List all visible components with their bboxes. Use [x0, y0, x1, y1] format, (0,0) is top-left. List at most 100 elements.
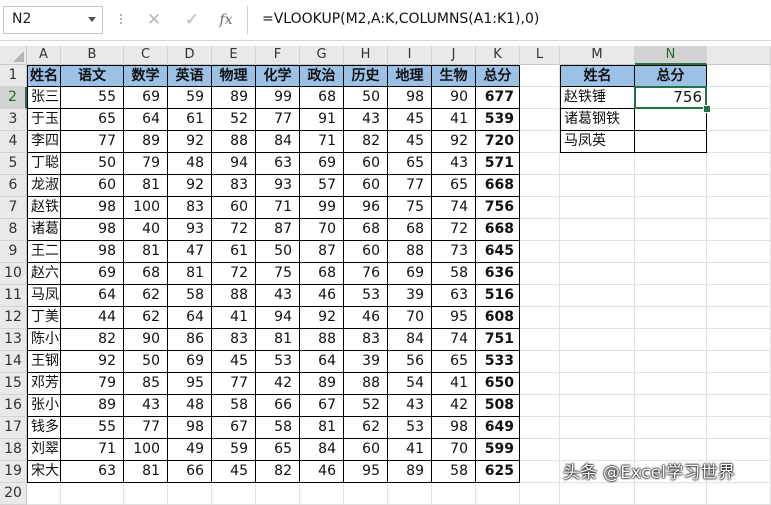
score-cell[interactable]: 60 — [61, 175, 124, 197]
grid-cell[interactable] — [560, 307, 635, 329]
score-cell[interactable]: 58 — [168, 285, 212, 307]
grid-cell[interactable] — [635, 285, 707, 307]
grid-cell[interactable] — [560, 395, 635, 417]
score-cell[interactable]: 95 — [168, 373, 212, 395]
cancel-icon[interactable]: ✕ — [142, 8, 166, 32]
grid-cell[interactable] — [520, 175, 560, 197]
grid-cell[interactable] — [707, 131, 771, 153]
score-cell[interactable]: 77 — [124, 417, 168, 439]
score-cell[interactable]: 63 — [61, 461, 124, 483]
row-header-14[interactable]: 14 — [0, 351, 27, 373]
score-cell[interactable]: 58 — [212, 395, 256, 417]
score-cell[interactable]: 60 — [344, 241, 388, 263]
score-cell[interactable]: 46 — [344, 307, 388, 329]
score-cell[interactable]: 81 — [124, 175, 168, 197]
column-header-j[interactable]: J — [432, 46, 476, 65]
table-header-cell[interactable]: 英语 — [168, 65, 212, 87]
score-cell[interactable]: 69 — [168, 351, 212, 373]
fill-handle[interactable] — [703, 105, 711, 113]
check-icon[interactable]: ✓ — [180, 8, 204, 32]
grid-cell[interactable] — [707, 329, 771, 351]
score-cell[interactable]: 68 — [300, 263, 344, 285]
score-cell[interactable]: 99 — [256, 87, 300, 109]
score-cell[interactable]: 45 — [388, 131, 432, 153]
score-cell[interactable]: 53 — [388, 417, 432, 439]
student-name-cell[interactable]: 赵铁锤 — [27, 197, 61, 219]
grid-cell[interactable] — [344, 483, 388, 505]
column-header-g[interactable]: G — [300, 46, 344, 65]
grid-cell[interactable] — [707, 65, 771, 87]
score-cell[interactable]: 66 — [168, 461, 212, 483]
grid-cell[interactable] — [520, 461, 560, 483]
score-cell[interactable]: 75 — [388, 197, 432, 219]
student-name-cell[interactable]: 张小明 — [27, 395, 61, 417]
row-header-4[interactable]: 4 — [0, 131, 27, 153]
score-cell[interactable]: 70 — [300, 219, 344, 241]
score-cell[interactable]: 52 — [344, 395, 388, 417]
score-cell[interactable]: 48 — [168, 395, 212, 417]
grid-cell[interactable] — [707, 263, 771, 285]
total-score-cell[interactable]: 539 — [476, 109, 520, 131]
grid-cell[interactable] — [707, 417, 771, 439]
score-cell[interactable]: 66 — [256, 395, 300, 417]
score-cell[interactable]: 92 — [168, 175, 212, 197]
total-score-cell[interactable]: 720 — [476, 131, 520, 153]
total-score-cell[interactable]: 645 — [476, 241, 520, 263]
score-cell[interactable]: 69 — [124, 87, 168, 109]
score-cell[interactable]: 84 — [300, 439, 344, 461]
score-cell[interactable]: 53 — [344, 285, 388, 307]
score-cell[interactable]: 68 — [388, 219, 432, 241]
score-cell[interactable]: 98 — [61, 197, 124, 219]
score-cell[interactable]: 62 — [124, 285, 168, 307]
grid-cell[interactable] — [707, 285, 771, 307]
grid-cell[interactable] — [560, 417, 635, 439]
score-cell[interactable]: 50 — [256, 241, 300, 263]
grid-cell[interactable] — [635, 153, 707, 175]
score-cell[interactable]: 63 — [256, 153, 300, 175]
row-header-11[interactable]: 11 — [0, 285, 27, 307]
score-cell[interactable]: 64 — [168, 307, 212, 329]
total-score-cell[interactable]: 599 — [476, 439, 520, 461]
score-cell[interactable]: 55 — [61, 87, 124, 109]
score-cell[interactable]: 55 — [61, 417, 124, 439]
row-header-8[interactable]: 8 — [0, 219, 27, 241]
student-name-cell[interactable]: 丁聪明 — [27, 153, 61, 175]
column-header-k[interactable]: K — [476, 46, 520, 65]
score-cell[interactable]: 90 — [432, 87, 476, 109]
student-name-cell[interactable]: 邓芳芳 — [27, 373, 61, 395]
table-header-cell[interactable]: 地理 — [388, 65, 432, 87]
score-cell[interactable]: 39 — [344, 351, 388, 373]
score-cell[interactable]: 50 — [61, 153, 124, 175]
score-cell[interactable]: 67 — [300, 395, 344, 417]
grid-cell[interactable] — [560, 483, 635, 505]
score-cell[interactable]: 82 — [256, 461, 300, 483]
score-cell[interactable]: 41 — [432, 109, 476, 131]
score-cell[interactable]: 53 — [256, 351, 300, 373]
grid-cell[interactable] — [560, 285, 635, 307]
total-score-cell[interactable]: 650 — [476, 373, 520, 395]
score-cell[interactable]: 45 — [388, 109, 432, 131]
column-header-f[interactable]: F — [256, 46, 300, 65]
column-header-i[interactable]: I — [388, 46, 432, 65]
table-header-cell[interactable]: 总分 — [476, 65, 520, 87]
score-cell[interactable]: 93 — [168, 219, 212, 241]
score-cell[interactable]: 79 — [61, 373, 124, 395]
score-cell[interactable]: 83 — [212, 175, 256, 197]
student-name-cell[interactable]: 刘翠花 — [27, 439, 61, 461]
score-cell[interactable]: 65 — [388, 153, 432, 175]
row-header-9[interactable]: 9 — [0, 241, 27, 263]
score-cell[interactable]: 57 — [300, 175, 344, 197]
score-cell[interactable]: 79 — [124, 153, 168, 175]
score-cell[interactable]: 45 — [212, 351, 256, 373]
score-cell[interactable]: 69 — [388, 263, 432, 285]
score-cell[interactable]: 92 — [432, 131, 476, 153]
grid-cell[interactable] — [520, 439, 560, 461]
row-header-3[interactable]: 3 — [0, 109, 27, 131]
lookup-header-cell[interactable]: 总分 — [635, 65, 707, 87]
row-header-13[interactable]: 13 — [0, 329, 27, 351]
score-cell[interactable]: 100 — [124, 197, 168, 219]
table-header-cell[interactable]: 物理 — [212, 65, 256, 87]
grid-cell[interactable] — [707, 307, 771, 329]
lookup-name-cell[interactable]: 马凤英 — [560, 131, 635, 153]
grid-cell[interactable] — [707, 153, 771, 175]
